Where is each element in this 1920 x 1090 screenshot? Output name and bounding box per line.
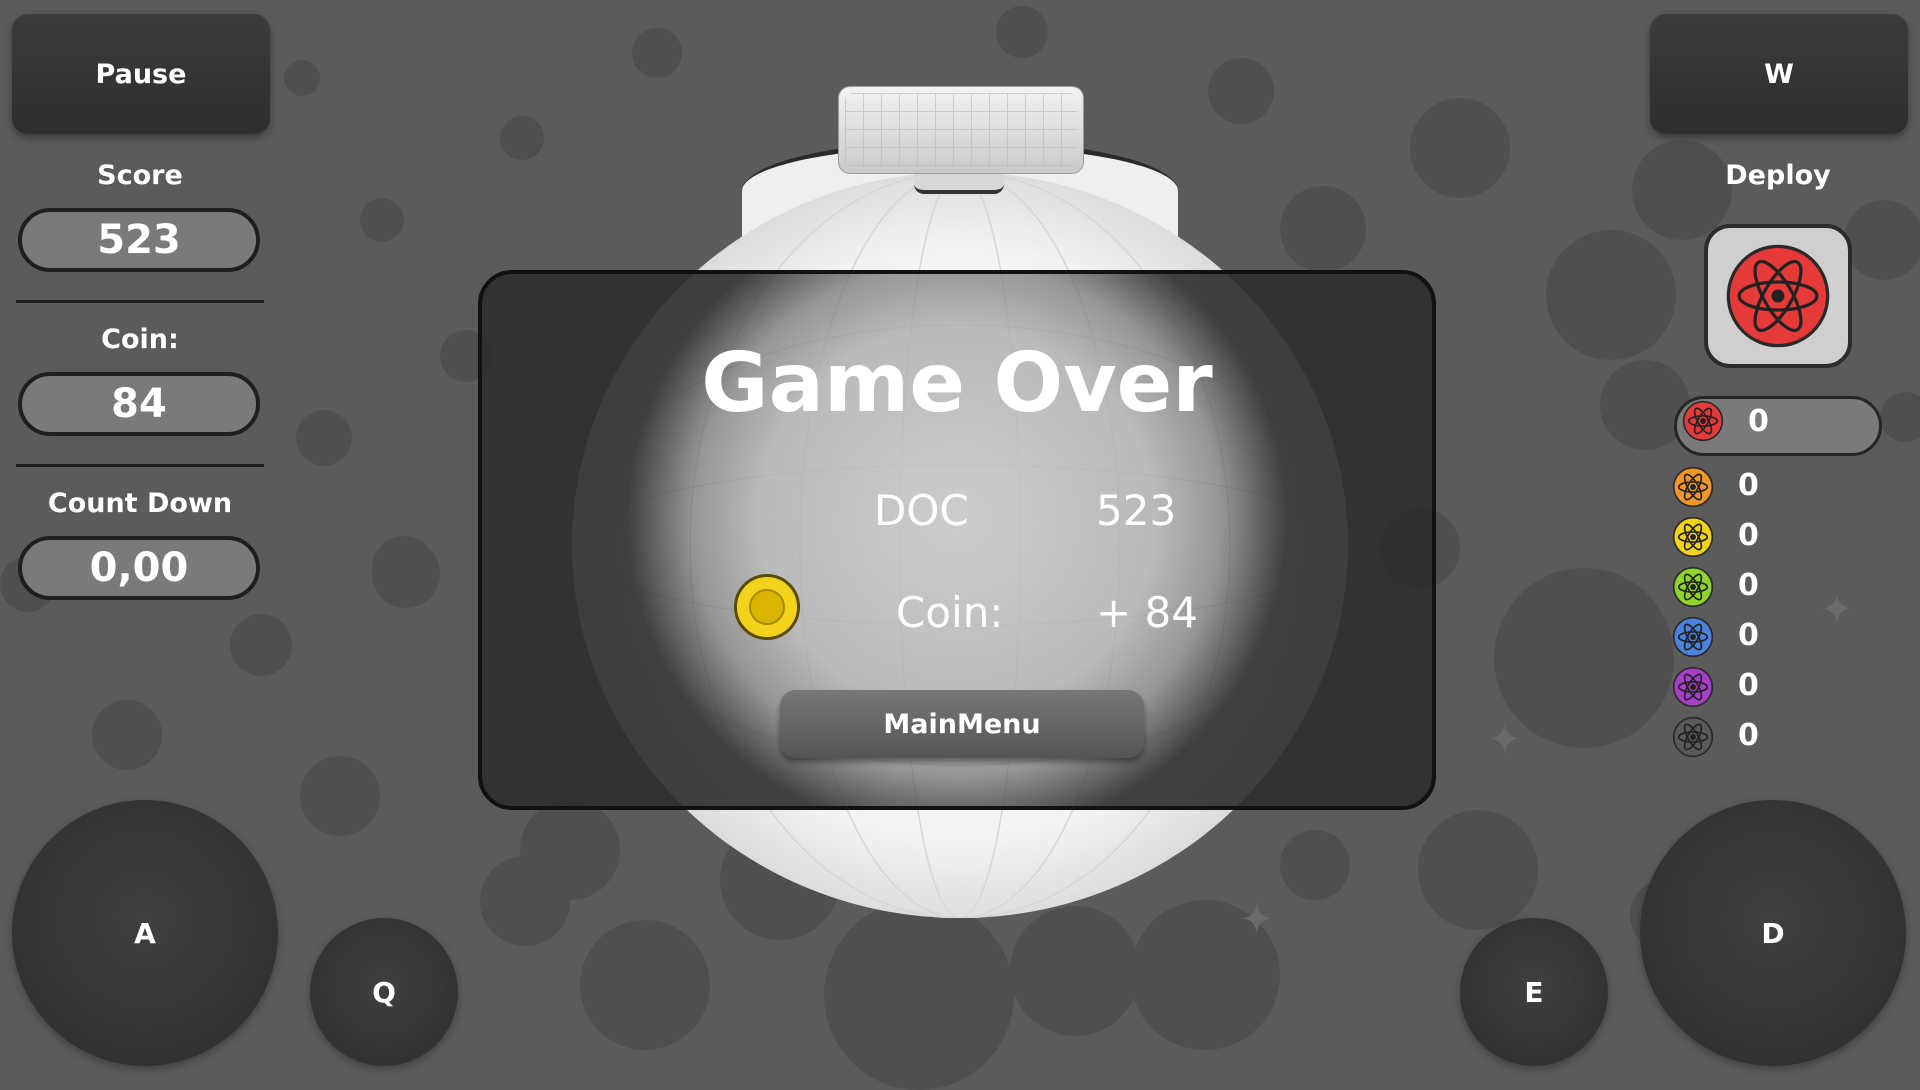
dialog-title: Game Over [701,336,1213,431]
coin-reward-label: Coin: [896,588,1004,637]
atom-icon [1682,400,1724,442]
coin-reward-value: + 84 [1096,588,1198,637]
atom-icon [1672,666,1714,708]
ammo-count: 0 [1738,468,1759,503]
bg-bubble [500,116,544,160]
doc-value: 523 [1096,486,1177,535]
bg-bubble [580,920,710,1050]
countdown-label: Count Down [47,488,233,519]
bg-bubble [996,6,1048,58]
bg-sparkle: ✦ [1488,717,1522,763]
bg-bubble [1418,810,1538,930]
atom-icon [1672,516,1714,558]
bg-bubble [1844,200,1920,280]
flask-cap [838,86,1084,174]
w-button[interactable]: W [1650,14,1908,134]
bg-bubble [1208,58,1274,124]
bg-bubble [632,28,682,78]
e-button[interactable]: E [1460,918,1608,1066]
ammo-row[interactable]: 0 [1672,616,1894,660]
bg-bubble [230,614,292,676]
bg-bubble [284,60,320,96]
flask-neck-ring [914,172,1004,194]
ammo-count: 0 [1748,404,1769,439]
atom-icon [1672,616,1714,658]
joystick-right-d[interactable]: D [1640,800,1906,1066]
ammo-count: 0 [1738,668,1759,703]
game-over-dialog: Game Over DOC 523 Coin: + 84 MainMenu [478,270,1436,810]
bg-bubble [1546,230,1676,360]
ammo-row[interactable]: 0 [1672,716,1894,760]
atom-icon [1672,566,1714,608]
divider [16,300,264,303]
flask-cap-pattern [845,93,1077,167]
doc-label: DOC [874,486,969,535]
score-value: 523 [18,208,260,272]
ammo-row[interactable]: 0 [1672,516,1894,560]
ammo-row[interactable]: 0 [1672,566,1894,610]
joystick-left-a[interactable]: A [12,800,278,1066]
ammo-count: 0 [1738,718,1759,753]
ammo-count: 0 [1738,618,1759,653]
countdown-value: 0,00 [18,536,260,600]
ammo-count: 0 [1738,568,1759,603]
coin-icon [734,574,800,640]
divider [16,464,264,467]
deploy-label: Deploy [1725,160,1831,191]
bg-bubble [92,700,162,770]
ammo-row[interactable]: 0 [1672,466,1894,510]
pause-button[interactable]: Pause [12,14,270,134]
bg-bubble [360,198,404,242]
q-button[interactable]: Q [310,918,458,1066]
bg-bubble [1010,906,1140,1036]
score-label: Score [97,160,183,191]
atom-icon [1672,716,1714,758]
coin-label: Coin: [101,324,179,355]
bg-bubble [300,756,380,836]
bg-bubble [372,536,436,600]
atom-icon [1672,466,1714,508]
bg-bubble [824,900,1014,1090]
ammo-row[interactable]: 0 [1674,400,1894,444]
bg-bubble [1410,98,1510,198]
bg-bubble [296,410,352,466]
ammo-row[interactable]: 0 [1672,666,1894,710]
ammo-count: 0 [1738,518,1759,553]
deploy-button[interactable] [1704,224,1852,368]
atom-icon [1726,244,1830,348]
coin-value: 84 [18,372,260,436]
mainmenu-button[interactable]: MainMenu [780,690,1144,758]
